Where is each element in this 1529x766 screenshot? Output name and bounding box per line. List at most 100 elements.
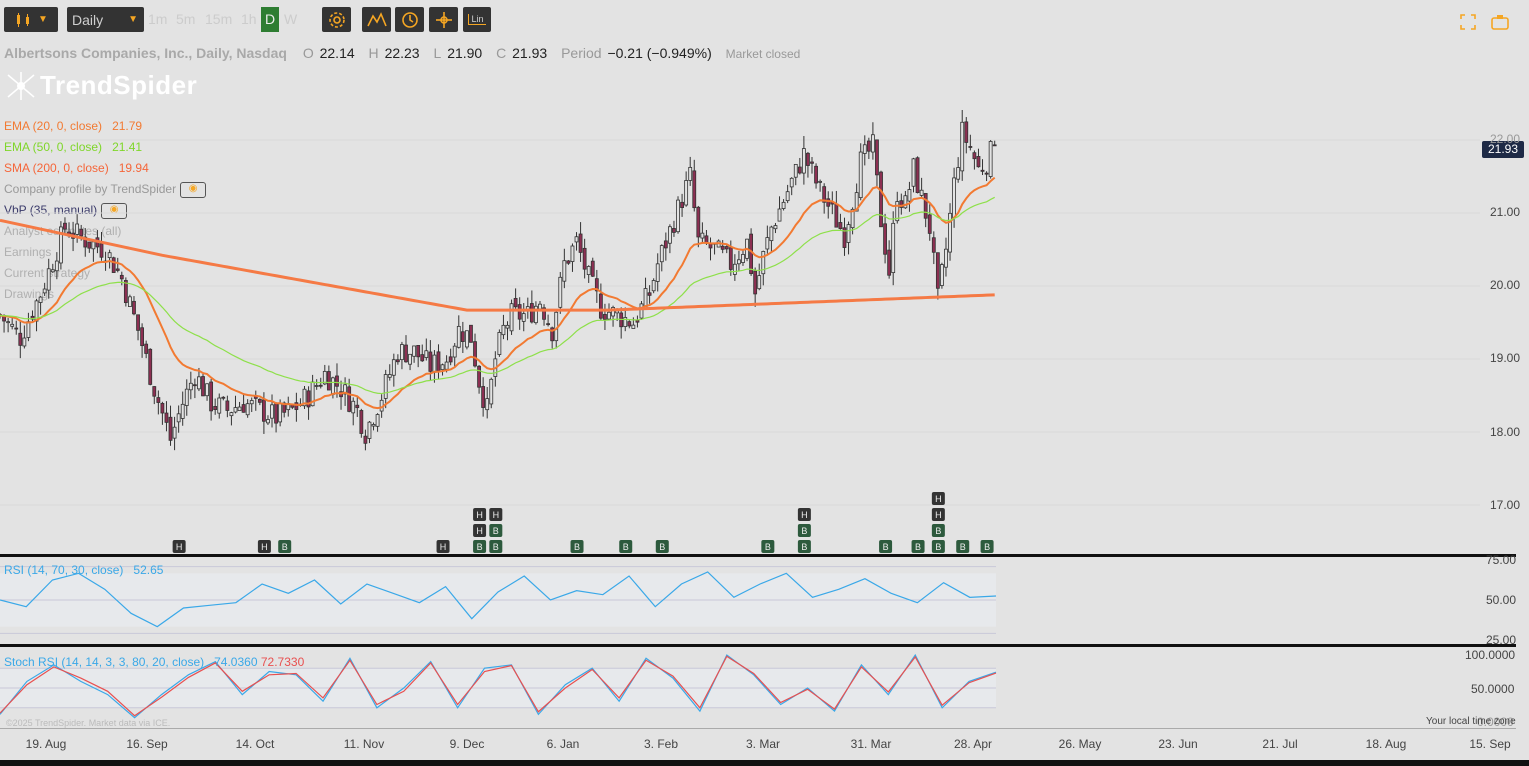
candle-body — [607, 311, 611, 320]
timezone-label[interactable]: Your local time zone — [1426, 716, 1516, 727]
candle-body — [538, 303, 542, 310]
candle-body — [668, 226, 672, 244]
stoch-tick-100: 100.0000 — [1465, 648, 1516, 662]
x-tick: 18. Aug — [1365, 737, 1407, 751]
event-marker-label: B — [282, 542, 288, 552]
candle-body — [404, 344, 408, 363]
candle-body — [278, 403, 283, 423]
candle-body — [980, 169, 985, 172]
candle-body — [984, 172, 989, 175]
event-marker-label: B — [477, 542, 483, 552]
rsi-value: 52.65 — [133, 563, 164, 577]
candle-body — [603, 314, 607, 320]
y-tick-19: 19.00 — [1490, 351, 1521, 365]
x-tick: 23. Jun — [1158, 737, 1198, 751]
candle-body — [700, 232, 705, 239]
x-tick: 31. Mar — [850, 737, 892, 751]
candle-body — [432, 354, 437, 373]
candle-body — [448, 356, 453, 363]
candle-body — [6, 321, 11, 324]
candle-body — [485, 398, 490, 411]
rsi-legend[interactable]: RSI (14, 70, 30, close) 52.65 — [4, 563, 163, 577]
candle-body — [452, 345, 457, 358]
candle-body — [79, 228, 84, 237]
stoch-label: Stoch RSI (14, 14, 3, 3, 80, 20, close) — [4, 655, 205, 669]
candle-body — [517, 304, 522, 320]
candle-body — [424, 350, 429, 358]
candle-body — [197, 376, 201, 390]
candle-body — [753, 270, 758, 295]
candle-body — [213, 406, 218, 410]
event-marker-label: B — [960, 542, 966, 552]
candle-body — [935, 252, 940, 289]
candle-body — [964, 121, 969, 143]
candle-body — [676, 199, 680, 233]
candle-body — [960, 121, 965, 172]
candle-body — [879, 171, 883, 228]
candle-body — [314, 385, 319, 387]
event-marker-label: H — [176, 542, 183, 552]
candle-body — [497, 332, 502, 355]
candle-body — [956, 167, 961, 180]
candle-body — [188, 382, 193, 391]
candle-body — [513, 297, 518, 308]
candle-body — [558, 276, 563, 308]
candle-body — [201, 376, 205, 397]
event-marker-label: B — [493, 542, 499, 552]
candle-body — [911, 158, 916, 187]
x-tick: 3. Feb — [643, 737, 679, 751]
candle-body — [505, 324, 510, 329]
candle-body — [724, 246, 729, 250]
candle-body — [940, 264, 944, 286]
candle-body — [132, 300, 136, 315]
candle-body — [952, 177, 956, 219]
candle-body — [818, 180, 823, 183]
candle-body — [509, 303, 514, 332]
panel-separator[interactable] — [0, 554, 1516, 557]
candle-body — [436, 351, 441, 372]
candle-body — [395, 359, 400, 363]
candle-body — [481, 386, 486, 408]
x-tick: 16. Sep — [126, 737, 168, 751]
x-tick: 19. Aug — [25, 737, 67, 751]
candle-body — [355, 404, 360, 409]
y-tick-20: 20.00 — [1490, 278, 1521, 292]
candle-body — [680, 201, 684, 208]
candle-body — [237, 406, 242, 411]
candle-body — [927, 214, 932, 234]
candle-body — [176, 413, 181, 423]
candle-body — [274, 403, 278, 424]
y-tick-18: 18.00 — [1490, 425, 1521, 439]
candle-body — [866, 140, 871, 152]
candle-body — [663, 240, 668, 249]
candle-body — [777, 208, 782, 222]
event-marker-label: B — [801, 542, 807, 552]
candle-body — [416, 345, 421, 358]
candle-body — [988, 141, 993, 177]
x-tick: 14. Oct — [235, 737, 275, 751]
candle-body — [221, 396, 226, 399]
rsi-tick-50: 50.00 — [1486, 593, 1517, 607]
candle-body — [326, 371, 331, 391]
candle-body — [119, 274, 124, 280]
event-marker-label: H — [935, 494, 942, 504]
x-tick: 11. Nov — [343, 737, 385, 751]
candle-body — [529, 303, 534, 323]
stoch-legend[interactable]: Stoch RSI (14, 14, 3, 3, 80, 20, close) … — [4, 655, 304, 669]
candle-body — [209, 381, 214, 412]
candle-body — [810, 161, 814, 164]
candle-body — [440, 364, 445, 371]
candle-body — [184, 388, 189, 406]
candle-body — [257, 398, 262, 403]
event-marker-label: H — [261, 542, 268, 552]
candle-body — [858, 151, 863, 198]
candle-body — [655, 263, 660, 282]
panel-separator[interactable] — [0, 644, 1516, 647]
candle-body — [720, 245, 725, 250]
candle-body — [806, 152, 810, 166]
candle-body — [241, 404, 246, 413]
candle-body — [456, 325, 461, 348]
candle-body — [684, 180, 689, 206]
event-marker-label: H — [476, 526, 483, 536]
candle-body — [741, 254, 745, 263]
